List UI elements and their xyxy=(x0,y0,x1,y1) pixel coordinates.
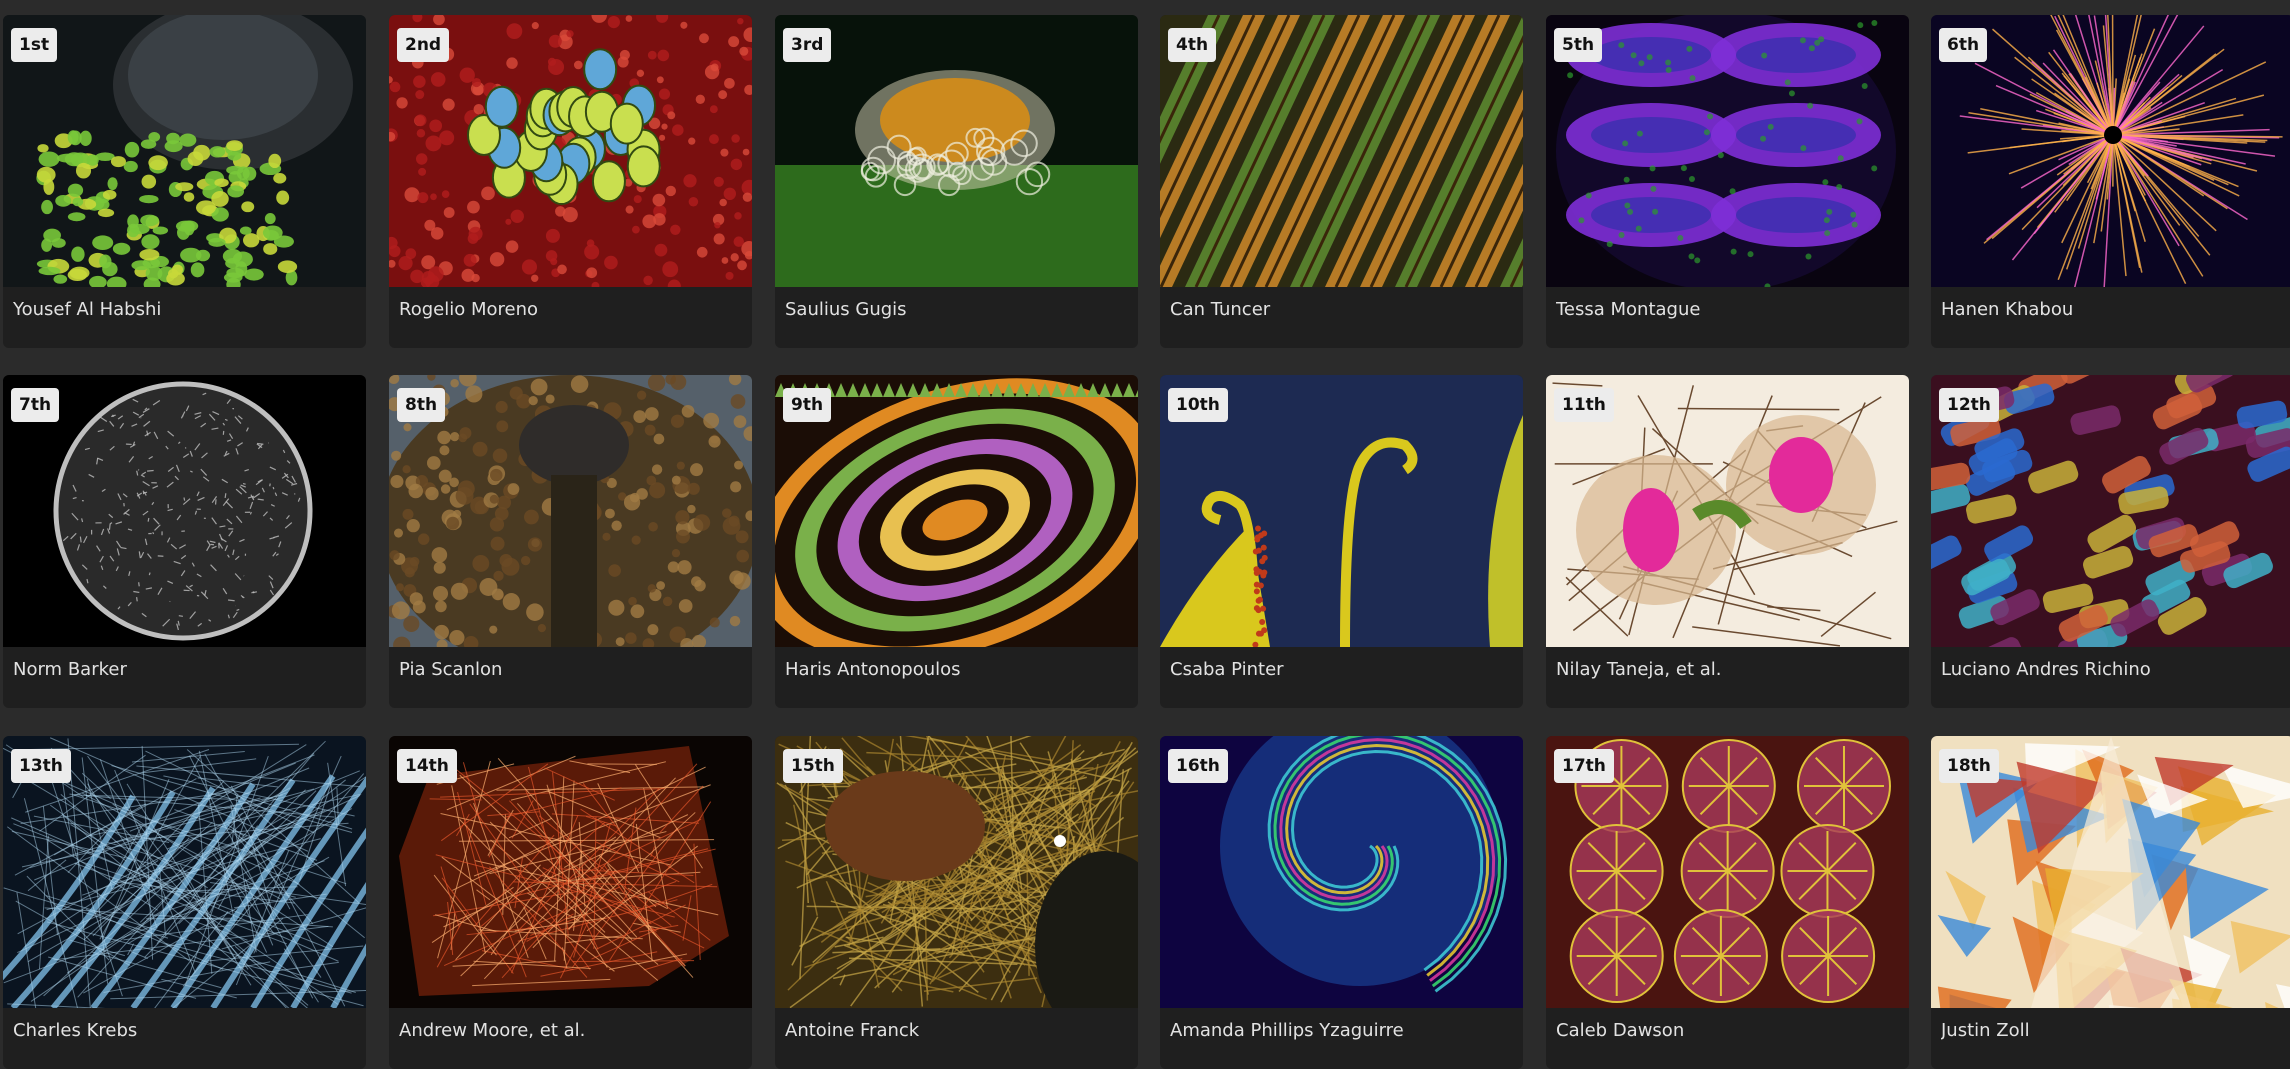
photographer-name[interactable]: Amanda Phillips Yzaguirre xyxy=(1170,1020,1515,1041)
rank-badge: 15th xyxy=(783,749,843,783)
gallery-card[interactable]: 10th Csaba Pinter xyxy=(1160,375,1523,708)
rank-badge: 5th xyxy=(1554,28,1602,62)
photographer-name[interactable]: Hanen Khabou xyxy=(1941,299,2286,320)
gallery-card[interactable]: 7th Norm Barker xyxy=(3,375,366,708)
photographer-name[interactable]: Csaba Pinter xyxy=(1170,659,1515,680)
gallery-card[interactable]: 3rd Saulius Gugis xyxy=(775,15,1138,348)
photographer-name[interactable]: Luciano Andres Richino xyxy=(1941,659,2286,680)
photographer-name[interactable]: Norm Barker xyxy=(13,659,358,680)
gallery-card[interactable]: 8th Pia Scanlon xyxy=(389,375,752,708)
rank-badge: 7th xyxy=(11,388,59,422)
gallery-card[interactable]: 5th Tessa Montague xyxy=(1546,15,1909,348)
photographer-name[interactable]: Can Tuncer xyxy=(1170,299,1515,320)
gallery-card[interactable]: 4th Can Tuncer xyxy=(1160,15,1523,348)
photographer-name[interactable]: Saulius Gugis xyxy=(785,299,1130,320)
rank-badge: 10th xyxy=(1168,388,1228,422)
photographer-name[interactable]: Justin Zoll xyxy=(1941,1020,2286,1041)
gallery-card[interactable]: 18th Justin Zoll xyxy=(1931,736,2290,1069)
gallery-card[interactable]: 14th Andrew Moore, et al. xyxy=(389,736,752,1069)
photographer-name[interactable]: Rogelio Moreno xyxy=(399,299,744,320)
rank-badge: 17th xyxy=(1554,749,1614,783)
rank-badge: 12th xyxy=(1939,388,1999,422)
photographer-name[interactable]: Caleb Dawson xyxy=(1556,1020,1901,1041)
gallery-card[interactable]: 17th Caleb Dawson xyxy=(1546,736,1909,1069)
micrograph-image xyxy=(3,15,366,287)
photographer-name[interactable]: Andrew Moore, et al. xyxy=(399,1020,744,1041)
photographer-name[interactable]: Nilay Taneja, et al. xyxy=(1556,659,1901,680)
rank-badge: 1st xyxy=(11,28,57,62)
rank-badge: 4th xyxy=(1168,28,1216,62)
photographer-name[interactable]: Yousef Al Habshi xyxy=(13,299,358,320)
gallery-grid: 1st Yousef Al Habshi 2nd Rogelio Moreno 3rd S… xyxy=(0,0,2290,1057)
rank-badge: 6th xyxy=(1939,28,1987,62)
rank-badge: 18th xyxy=(1939,749,1999,783)
photo-thumbnail[interactable] xyxy=(3,15,366,287)
gallery-card[interactable]: 15th Antoine Franck xyxy=(775,736,1138,1069)
photographer-name[interactable]: Charles Krebs xyxy=(13,1020,358,1041)
photographer-name[interactable]: Haris Antonopoulos xyxy=(785,659,1130,680)
rank-badge: 11th xyxy=(1554,388,1614,422)
gallery-card[interactable]: 9th Haris Antonopoulos xyxy=(775,375,1138,708)
rank-badge: 14th xyxy=(397,749,457,783)
gallery-card[interactable]: 2nd Rogelio Moreno xyxy=(389,15,752,348)
gallery-card[interactable]: 16th Amanda Phillips Yzaguirre xyxy=(1160,736,1523,1069)
rank-badge: 9th xyxy=(783,388,831,422)
rank-badge: 16th xyxy=(1168,749,1228,783)
rank-badge: 3rd xyxy=(783,28,831,62)
gallery-card[interactable]: 13th Charles Krebs xyxy=(3,736,366,1069)
gallery-card[interactable]: 6th Hanen Khabou xyxy=(1931,15,2290,348)
rank-badge: 2nd xyxy=(397,28,449,62)
gallery-card[interactable]: 1st Yousef Al Habshi xyxy=(3,15,366,348)
gallery-card[interactable]: 11th Nilay Taneja, et al. xyxy=(1546,375,1909,708)
rank-badge: 13th xyxy=(11,749,71,783)
photographer-name[interactable]: Tessa Montague xyxy=(1556,299,1901,320)
photographer-name[interactable]: Pia Scanlon xyxy=(399,659,744,680)
gallery-card[interactable]: 12th Luciano Andres Richino xyxy=(1931,375,2290,708)
photographer-name[interactable]: Antoine Franck xyxy=(785,1020,1130,1041)
rank-badge: 8th xyxy=(397,388,445,422)
